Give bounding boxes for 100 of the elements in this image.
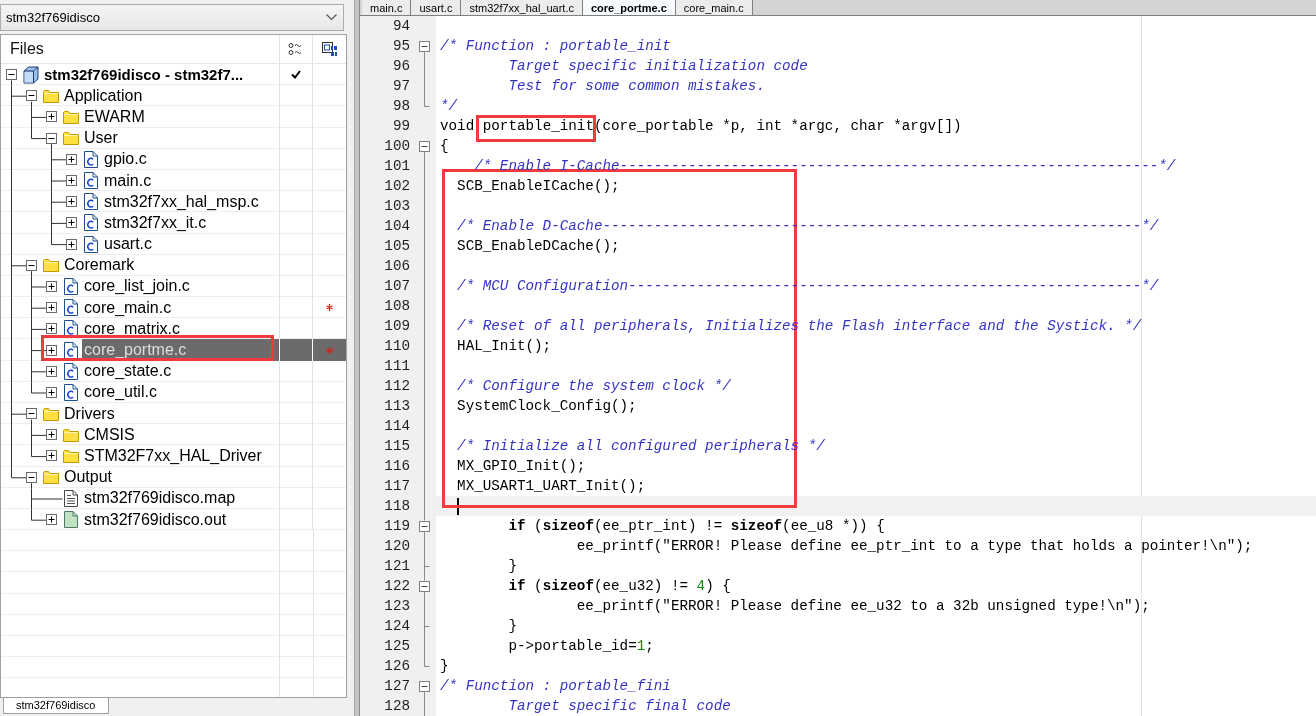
- tree-item[interactable]: gpio.c: [102, 149, 149, 170]
- tree-toggle[interactable]: [46, 514, 57, 526]
- line-number: 108: [384, 298, 410, 314]
- c-file-icon: [64, 320, 78, 338]
- line-number: 102: [384, 178, 410, 194]
- c-file-icon: [84, 193, 98, 211]
- code-line: /* Configure the system clock */: [457, 378, 731, 394]
- tree-item[interactable]: core_state.c: [82, 361, 174, 382]
- code-line: }: [508, 618, 517, 634]
- tree-toggle[interactable]: [46, 429, 57, 441]
- c-file-icon: [64, 362, 78, 380]
- folder-icon: [63, 131, 79, 146]
- code-line: MX_GPIO_Init();: [457, 458, 586, 474]
- tree-item[interactable]: core_matrix.c: [82, 318, 183, 339]
- line-number: 100: [384, 138, 410, 154]
- tree-item[interactable]: Drivers: [62, 403, 117, 424]
- c-file-icon: [84, 235, 98, 253]
- tree-toggle[interactable]: [46, 111, 57, 123]
- tree-toggle[interactable]: [46, 344, 57, 356]
- tree-toggle[interactable]: [46, 132, 57, 144]
- editor-tab[interactable]: core_main.c: [675, 0, 753, 15]
- tree-toggle[interactable]: [26, 408, 37, 420]
- tree-toggle[interactable]: [46, 280, 57, 292]
- c-file-icon: [64, 341, 78, 359]
- tree-item[interactable]: CMSIS: [82, 424, 137, 445]
- c-file-icon: [84, 172, 98, 190]
- editor-tab[interactable]: stm32f7xx_hal_uart.c: [461, 0, 583, 15]
- tree-item[interactable]: stm32f7xx_it.c: [102, 212, 209, 233]
- cube-icon: [23, 65, 39, 84]
- tree-item[interactable]: stm32f769idisco.map: [82, 488, 238, 509]
- fold-toggle[interactable]: [419, 520, 430, 532]
- editor-tab[interactable]: main.c: [362, 0, 412, 15]
- tree-toggle[interactable]: [26, 471, 37, 483]
- c-file-icon: [64, 277, 78, 295]
- tree-toggle[interactable]: [46, 365, 57, 377]
- tree-item[interactable]: stm32f7xx_hal_msp.c: [102, 191, 261, 212]
- c-file-icon: [64, 299, 78, 317]
- tree-item[interactable]: core_list_join.c: [82, 276, 192, 297]
- code-line: Test for some common mistakes.: [508, 78, 765, 94]
- tree-toggle[interactable]: [46, 302, 57, 314]
- code-line: HAL_Init();: [457, 338, 552, 354]
- code-line: SystemClock_Config();: [457, 398, 637, 414]
- file-icon: [64, 511, 78, 529]
- fold-toggle[interactable]: [419, 140, 430, 152]
- code-line: SCB_EnableICache();: [457, 178, 620, 194]
- line-number: 112: [384, 378, 410, 394]
- tree-item[interactable]: User: [82, 128, 120, 149]
- fold-toggle[interactable]: [419, 580, 430, 592]
- tree-item[interactable]: core_util.c: [82, 382, 159, 403]
- tree-item[interactable]: main.c: [102, 170, 154, 191]
- workspace-tab[interactable]: stm32f769idisco: [3, 698, 109, 714]
- binary-file-icon[interactable]: [321, 41, 338, 57]
- tree-item[interactable]: Output: [62, 467, 115, 488]
- line-number: 117: [384, 478, 410, 494]
- line-number: 123: [384, 598, 410, 614]
- line-number: 96: [392, 58, 410, 74]
- workspace-dropdown[interactable]: stm32f769idisco: [0, 4, 344, 31]
- code-line: void portable_init(core_portable *p, int *argc, char *argv[]): [440, 118, 962, 134]
- line-number: 125: [384, 638, 410, 654]
- tree-item[interactable]: core_main.c: [82, 297, 174, 318]
- tree-item[interactable]: STM32F7xx_HAL_Driver: [82, 445, 264, 466]
- code-line: if (sizeof(ee_u32) != 4) {: [508, 578, 731, 594]
- folder-icon: [43, 470, 59, 485]
- tree-item[interactable]: Application: [62, 85, 145, 106]
- text-cursor: [457, 498, 460, 515]
- editor-tab[interactable]: usart.c: [411, 0, 462, 15]
- tree-item[interactable]: stm32f769idisco.out: [82, 509, 229, 530]
- tree-item[interactable]: EWARM: [82, 106, 147, 127]
- tree-toggle[interactable]: [66, 153, 77, 165]
- tree-toggle[interactable]: [66, 175, 77, 187]
- tree-item[interactable]: stm32f769idisco - stm32f7...: [42, 64, 246, 85]
- tree-toggle[interactable]: [46, 450, 57, 462]
- document-icon: [64, 489, 78, 507]
- tree-toggle[interactable]: [46, 386, 57, 398]
- code-line: /* Function : portable_init: [440, 38, 671, 54]
- line-number: 111: [384, 358, 410, 374]
- fold-toggle[interactable]: [419, 680, 430, 692]
- tree-item[interactable]: usart.c: [102, 234, 154, 255]
- code-line: ee_printf("ERROR! Please define ee_u32 to a 32b unsigned type!\n");: [576, 598, 1150, 614]
- line-number: 103: [384, 198, 410, 214]
- editor-tab[interactable]: core_portme.c: [583, 0, 676, 15]
- line-number: 99: [392, 118, 410, 134]
- code-line: if (sizeof(ee_ptr_int) != sizeof(ee_u8 *)) {: [508, 518, 885, 534]
- tree-toggle[interactable]: [66, 238, 77, 250]
- tree-item[interactable]: Coremark: [62, 255, 137, 276]
- tree-toggle[interactable]: [6, 69, 17, 81]
- tree-item[interactable]: core_portme.c: [82, 339, 279, 361]
- tree-toggle[interactable]: [66, 217, 77, 229]
- line-number: 122: [384, 578, 410, 594]
- column-header: Files: [10, 40, 44, 58]
- bullet-list-icon[interactable]: [288, 41, 304, 57]
- code-line: MX_USART1_UART_Init();: [457, 478, 646, 494]
- tree-toggle[interactable]: [66, 196, 77, 208]
- tree-toggle[interactable]: [26, 90, 37, 102]
- folder-icon: [43, 258, 59, 273]
- tree-toggle[interactable]: [26, 259, 37, 271]
- line-number: 98: [392, 98, 410, 114]
- folder-icon: [43, 406, 59, 421]
- tree-toggle[interactable]: [46, 323, 57, 335]
- fold-toggle[interactable]: [419, 40, 430, 52]
